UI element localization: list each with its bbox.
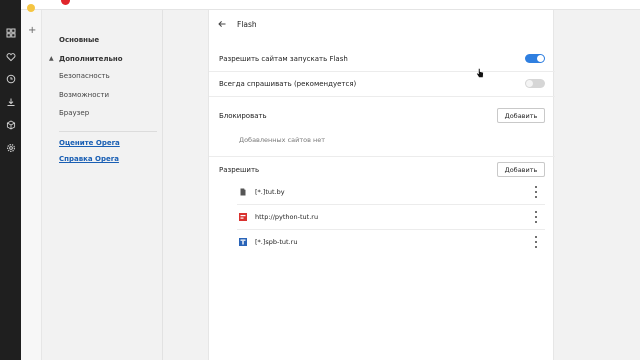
- tab-strip: [21, 0, 640, 10]
- opera-logo-icon: [61, 0, 70, 5]
- allow-add-button[interactable]: Добавить: [497, 162, 545, 177]
- allow-flash-toggle[interactable]: [525, 54, 545, 63]
- nav-browser[interactable]: Браузер: [59, 109, 89, 117]
- site-name: http://python-tut.ru: [255, 213, 319, 221]
- toggle-knob: [537, 55, 544, 62]
- nav-advanced[interactable]: Дополнительно: [59, 55, 123, 63]
- allow-flash-label: Разрешить сайтам запускать Flash: [219, 55, 348, 63]
- rate-opera-link[interactable]: Оцените Opera: [59, 139, 120, 147]
- always-ask-toggle[interactable]: [525, 79, 545, 88]
- caret-up-icon: ▲: [49, 55, 54, 62]
- always-ask-label: Всегда спрашивать (рекомендуется): [219, 80, 357, 88]
- flash-settings-card: Flash Разрешить сайтам запускать Flash В…: [208, 10, 555, 360]
- site-name: [*.]tut.by: [255, 188, 285, 196]
- toggle-knob: [526, 80, 533, 87]
- nav-features[interactable]: Возможности: [59, 91, 109, 99]
- block-empty-note: Добавленных сайтов нет: [239, 136, 326, 144]
- opera-help-link[interactable]: Справка Opera: [59, 155, 119, 163]
- allow-section-title: Разрешить: [219, 166, 260, 174]
- add-icon[interactable]: +: [28, 25, 36, 36]
- block-add-button[interactable]: Добавить: [497, 108, 545, 123]
- settings-icon[interactable]: [4, 141, 17, 154]
- list-item: http://python-tut.ru: [237, 205, 545, 230]
- row-divider: [209, 156, 555, 157]
- nav-basic[interactable]: Основные: [59, 36, 99, 44]
- file-icon: [240, 188, 246, 196]
- nav-security[interactable]: Безопасность: [59, 72, 110, 80]
- settings-side-column: +: [21, 4, 42, 360]
- more-options-icon[interactable]: [534, 211, 538, 223]
- python-tut-favicon-icon: [239, 213, 247, 221]
- speed-dial-icon[interactable]: [4, 26, 17, 39]
- nav-divider: [59, 131, 157, 132]
- back-arrow-icon[interactable]: [217, 19, 227, 29]
- heart-icon[interactable]: [4, 50, 17, 63]
- more-options-icon[interactable]: [534, 186, 538, 198]
- downloads-icon[interactable]: [4, 95, 17, 108]
- list-item: [*.]tut.by: [237, 180, 545, 205]
- extensions-icon[interactable]: [4, 118, 17, 131]
- row-divider: [209, 71, 555, 72]
- app-icon[interactable]: [27, 4, 35, 12]
- history-icon[interactable]: [4, 72, 17, 85]
- page-title: Flash: [237, 20, 257, 29]
- browser-sidebar: [0, 0, 21, 360]
- list-item: [*.]spb-tut.ru: [237, 230, 545, 255]
- more-options-icon[interactable]: [534, 236, 538, 248]
- hand-cursor-icon: [476, 68, 484, 78]
- spb-tut-favicon-icon: [239, 238, 247, 246]
- block-section-title: Блокировать: [219, 112, 267, 120]
- site-name: [*.]spb-tut.ru: [255, 238, 298, 246]
- row-divider: [209, 96, 555, 97]
